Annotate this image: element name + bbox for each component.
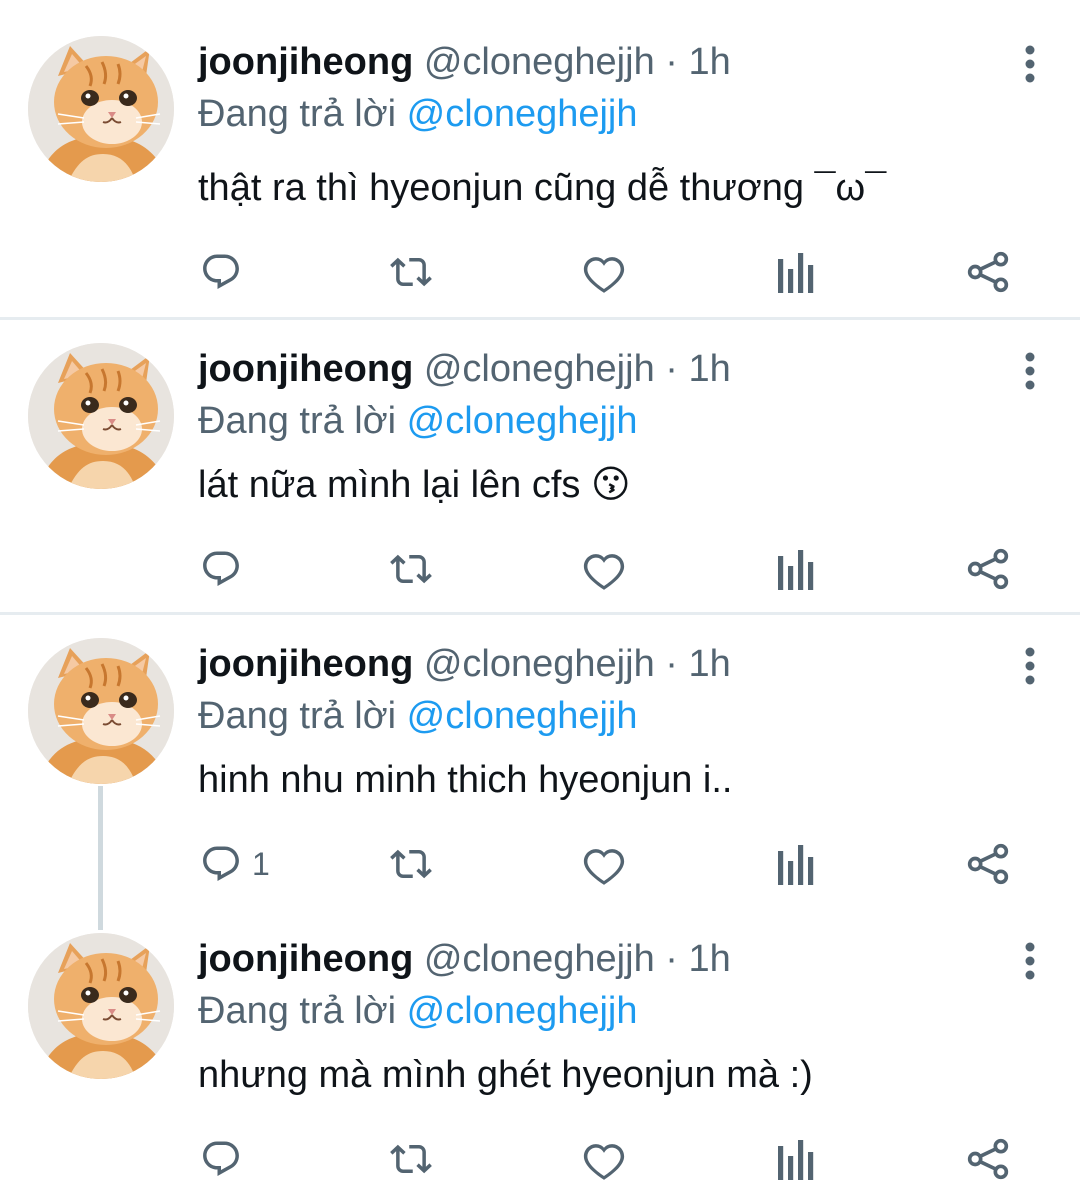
- separator: ·: [654, 348, 689, 390]
- views-button[interactable]: [778, 834, 814, 894]
- share-icon: [967, 1138, 1009, 1180]
- replying-to: Đang trả lời @cloneghejjh: [198, 692, 638, 740]
- share-button[interactable]: [966, 1129, 1010, 1189]
- reply-button[interactable]: [200, 539, 252, 599]
- cat-avatar[interactable]: [28, 36, 174, 182]
- retweet-button[interactable]: [388, 1129, 434, 1189]
- separator: ·: [654, 643, 689, 685]
- tweet-text: nhưng mà mình ghét hyeonjun mà :): [198, 1054, 813, 1096]
- retweet-icon: [390, 257, 432, 287]
- retweet-icon: [390, 554, 432, 584]
- timestamp[interactable]: 1h: [688, 643, 730, 685]
- share-icon: [967, 843, 1009, 885]
- reply-icon: [203, 846, 239, 881]
- tweet-header: joonjiheong @cloneghejjh · 1h: [198, 935, 731, 983]
- reply-button[interactable]: 1: [200, 834, 270, 894]
- tweet-1[interactable]: joonjiheong @cloneghejjh · 1h Đang trả l…: [0, 0, 1080, 318]
- replying-to: Đang trả lời @cloneghejjh: [198, 90, 638, 138]
- heart-icon: [583, 257, 625, 293]
- reply-mention-link[interactable]: @cloneghejjh: [407, 400, 638, 442]
- share-icon: [967, 548, 1009, 590]
- timestamp[interactable]: 1h: [688, 41, 730, 83]
- retweet-button[interactable]: [388, 242, 434, 302]
- more-vertical-icon[interactable]: [1020, 44, 1040, 84]
- reply-icon: [203, 1141, 239, 1176]
- cat-avatar[interactable]: [28, 343, 174, 489]
- heart-icon: [583, 554, 625, 590]
- analytics-icon: [778, 253, 814, 293]
- replying-to: Đang trả lời @cloneghejjh: [198, 987, 638, 1035]
- heart-icon: [583, 1144, 625, 1180]
- replying-to-label: Đang trả lời: [198, 990, 397, 1032]
- separator: ·: [654, 41, 689, 83]
- more-vertical-icon[interactable]: [1020, 646, 1040, 686]
- analytics-icon: [778, 550, 814, 590]
- more-vertical-icon[interactable]: [1020, 941, 1040, 981]
- reply-icon: [203, 254, 239, 289]
- retweet-icon: [390, 1144, 432, 1174]
- replying-to-label: Đang trả lời: [198, 93, 397, 135]
- action-bar: [0, 1129, 1080, 1189]
- display-name[interactable]: joonjiheong: [198, 643, 413, 685]
- separator: ·: [654, 938, 689, 980]
- share-button[interactable]: [966, 242, 1010, 302]
- reply-button[interactable]: [200, 242, 252, 302]
- share-button[interactable]: [966, 834, 1010, 894]
- like-button[interactable]: [582, 1129, 626, 1189]
- reply-mention-link[interactable]: @cloneghejjh: [407, 695, 638, 737]
- action-bar: [0, 242, 1080, 302]
- tweet-text: lát nữa mình lại lên cfs 😗: [198, 464, 631, 506]
- replying-to: Đang trả lời @cloneghejjh: [198, 397, 638, 445]
- reply-mention-link[interactable]: @cloneghejjh: [407, 990, 638, 1032]
- user-handle[interactable]: @cloneghejjh: [424, 348, 655, 390]
- reply-mention-link[interactable]: @cloneghejjh: [407, 93, 638, 135]
- retweet-icon: [390, 849, 432, 879]
- like-button[interactable]: [582, 242, 626, 302]
- display-name[interactable]: joonjiheong: [198, 41, 413, 83]
- action-bar: 1: [0, 834, 1080, 894]
- timestamp[interactable]: 1h: [688, 348, 730, 390]
- timestamp[interactable]: 1h: [688, 938, 730, 980]
- tweet-header: joonjiheong @cloneghejjh · 1h: [198, 345, 731, 393]
- user-handle[interactable]: @cloneghejjh: [424, 41, 655, 83]
- analytics-icon: [778, 845, 814, 885]
- user-handle[interactable]: @cloneghejjh: [424, 643, 655, 685]
- retweet-button[interactable]: [388, 834, 434, 894]
- tweet-4[interactable]: joonjiheong @cloneghejjh · 1h Đang trả l…: [0, 897, 1080, 1199]
- tweet-text: hinh nhu minh thich hyeonjun i..: [198, 759, 733, 801]
- action-bar: [0, 539, 1080, 599]
- views-button[interactable]: [778, 539, 814, 599]
- heart-icon: [583, 849, 625, 885]
- replying-to-label: Đang trả lời: [198, 400, 397, 442]
- share-icon: [967, 251, 1009, 293]
- share-button[interactable]: [966, 539, 1010, 599]
- tweet-2[interactable]: joonjiheong @cloneghejjh · 1h Đang trả l…: [0, 307, 1080, 613]
- cat-avatar[interactable]: [28, 933, 174, 1079]
- reply-count: 1: [252, 845, 270, 882]
- retweet-button[interactable]: [388, 539, 434, 599]
- reply-icon: [203, 551, 239, 586]
- reply-button[interactable]: [200, 1129, 252, 1189]
- tweet-text: thật ra thì hyeonjun cũng dễ thương ¯ω¯: [198, 167, 887, 209]
- cat-avatar[interactable]: [28, 638, 174, 784]
- replying-to-label: Đang trả lời: [198, 695, 397, 737]
- views-button[interactable]: [778, 242, 814, 302]
- user-handle[interactable]: @cloneghejjh: [424, 938, 655, 980]
- tweet-header: joonjiheong @cloneghejjh · 1h: [198, 640, 731, 688]
- more-vertical-icon[interactable]: [1020, 351, 1040, 391]
- like-button[interactable]: [582, 539, 626, 599]
- views-button[interactable]: [778, 1129, 814, 1189]
- display-name[interactable]: joonjiheong: [198, 938, 413, 980]
- like-button[interactable]: [582, 834, 626, 894]
- tweet-header: joonjiheong @cloneghejjh · 1h: [198, 38, 731, 86]
- analytics-icon: [778, 1140, 814, 1180]
- display-name[interactable]: joonjiheong: [198, 348, 413, 390]
- tweet-3[interactable]: joonjiheong @cloneghejjh · 1h Đang trả l…: [0, 602, 1080, 898]
